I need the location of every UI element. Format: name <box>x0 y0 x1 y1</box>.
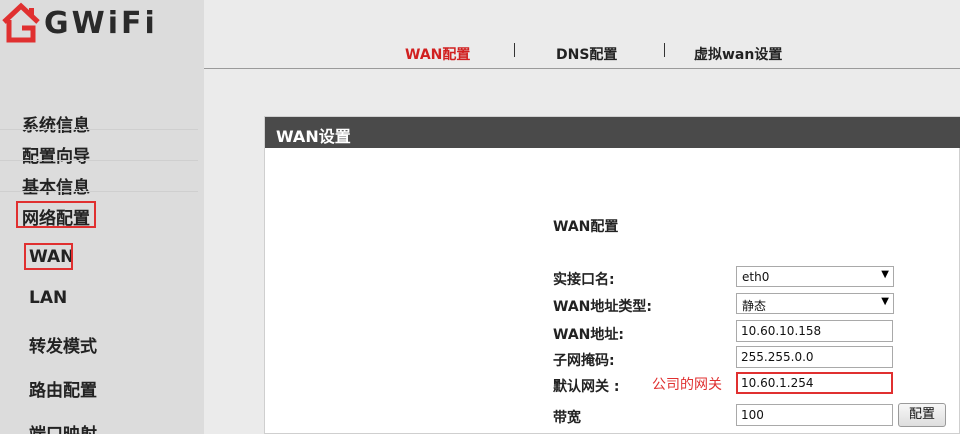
highlight-box-wan <box>24 243 73 270</box>
subnet-input[interactable]: 255.255.0.0 <box>736 346 893 368</box>
sidebar-item-basic-info[interactable]: 基本信息 <box>22 173 90 198</box>
addr-type-label: WAN地址类型: <box>553 299 652 315</box>
bandwidth-label: 带宽 <box>553 410 581 426</box>
house-logo-icon <box>2 2 40 43</box>
tab-wan-config[interactable]: WAN配置 <box>405 44 470 64</box>
logo-text: GWiFi <box>44 6 158 41</box>
sidebar-subitem-route-config[interactable]: 路由配置 <box>29 376 97 401</box>
sidebar-divider <box>0 160 198 161</box>
sidebar-item-setup-wizard[interactable]: 配置向导 <box>22 142 90 167</box>
panel-title: WAN设置 <box>276 127 351 146</box>
gateway-label: 默认网关 : <box>553 379 620 395</box>
config-button[interactable]: 配置 <box>898 403 946 427</box>
subnet-label: 子网掩码: <box>553 353 615 369</box>
interface-label: 实接口名: <box>553 272 615 288</box>
sidebar: GWiFi 系统信息 配置向导 基本信息 网络配置 WAN LAN 转发模式 路… <box>0 0 204 434</box>
section-title: WAN配置 <box>553 219 619 235</box>
tab-virtual-wan[interactable]: 虚拟wan设置 <box>694 44 782 64</box>
interface-select[interactable]: eth0 ▼ <box>736 266 894 287</box>
chevron-down-icon: ▼ <box>881 269 889 280</box>
top-tab-bar: WAN配置 DNS配置 虚拟wan设置 <box>204 0 960 69</box>
sidebar-subitem-forward-mode[interactable]: 转发模式 <box>29 332 97 357</box>
panel-header: WAN设置 <box>265 117 960 148</box>
gateway-input[interactable]: 10.60.1.254 <box>736 372 893 394</box>
addr-type-select-value: 静态 <box>742 299 767 313</box>
addr-type-select[interactable]: 静态 ▼ <box>736 293 894 314</box>
tab-divider <box>664 43 665 57</box>
wan-addr-input[interactable]: 10.60.10.158 <box>736 320 893 342</box>
bandwidth-input[interactable]: 100 <box>736 404 893 426</box>
sidebar-subitem-lan[interactable]: LAN <box>29 288 67 308</box>
gateway-annotation: 公司的网关 <box>652 377 722 393</box>
chevron-down-icon: ▼ <box>881 296 889 307</box>
interface-select-value: eth0 <box>742 270 770 284</box>
sidebar-divider <box>0 191 198 192</box>
wan-addr-label: WAN地址: <box>553 327 624 343</box>
tab-divider <box>514 43 515 57</box>
highlight-box-network-config <box>16 201 96 228</box>
sidebar-item-system-info[interactable]: 系统信息 <box>22 111 90 136</box>
sidebar-divider <box>0 129 198 130</box>
sidebar-subitem-port-mapping[interactable]: 端口映射 <box>29 420 97 434</box>
tab-dns-config[interactable]: DNS配置 <box>556 44 617 64</box>
logo: GWiFi <box>0 2 175 46</box>
